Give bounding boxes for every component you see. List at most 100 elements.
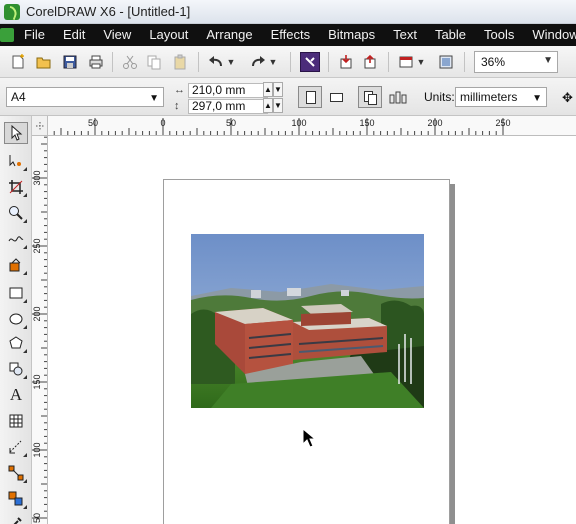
menu-edit[interactable]: Edit [54,24,94,46]
width-icon: ↔ [174,84,185,96]
chevron-down-icon: ▼ [543,55,553,66]
zoom-level-select[interactable]: 36% ▼ [474,51,558,73]
menu-view[interactable]: View [94,24,140,46]
publish-pdf-icon[interactable] [396,52,416,72]
menu-file[interactable]: File [14,24,54,46]
campus-building-photo [191,234,424,408]
title-bar: CorelDRAW X6 - [Untitled-1] [0,0,576,24]
h-ruler-label: 0 [160,118,165,128]
landscape-button[interactable] [324,86,348,108]
menu-table[interactable]: Table [426,24,475,46]
drawing-canvas[interactable] [48,136,576,524]
v-ruler-label: 200 [32,306,42,321]
placed-bitmap-photo[interactable] [191,234,424,408]
interactive-tool-icon[interactable] [4,488,28,510]
zoom-level-value: 36% [481,55,506,69]
dimension-tool-icon[interactable] [4,436,28,458]
freehand-tool-icon[interactable] [4,228,28,250]
text-tool-icon[interactable]: A [4,384,28,406]
pick-tool-icon[interactable] [4,122,28,144]
h-ruler-label: 100 [291,118,306,128]
undo-dropdown-icon[interactable]: ▼ [226,52,236,72]
toolbar-separator [464,52,465,72]
coreldraw-logo-icon [4,3,20,20]
menu-bar: File Edit View Layout Arrange Effects Bi… [0,24,576,46]
undo-icon[interactable] [206,52,226,72]
h-ruler-label: 200 [427,118,442,128]
h-ruler-label: 250 [495,118,510,128]
toolbar-separator [388,52,389,72]
page-size-select[interactable]: A4 ▼ [6,87,164,107]
export-icon[interactable] [360,52,380,72]
h-ruler-label: 150 [359,118,374,128]
v-ruler-label: 100 [32,442,42,457]
all-pages-button[interactable] [358,86,382,108]
page-shadow [450,184,455,524]
page-height-field[interactable]: 297,0 mm [188,98,268,114]
menu-arrange[interactable]: Arrange [197,24,261,46]
v-ruler-label: 150 [32,374,42,389]
portrait-button[interactable] [298,86,322,108]
open-folder-icon[interactable] [34,52,54,72]
search-content-icon[interactable] [300,52,320,72]
v-ruler-label: 300 [32,170,42,185]
mouse-cursor-icon [302,427,317,451]
units-value: millimeters [460,90,518,104]
import-icon[interactable] [336,52,356,72]
units-select[interactable]: millimeters ▼ [455,87,547,107]
chevron-down-icon: ▼ [149,93,159,104]
cut-icon[interactable] [120,52,140,72]
height-icon: ↕ [174,100,180,112]
standard-toolbar: ▼ ▼ ▼ 36% ▼ [0,46,576,78]
menu-bitmaps[interactable]: Bitmaps [319,24,384,46]
horizontal-ruler[interactable]: 50 0 50 100 150 200 250 [48,116,576,136]
toolbox: A [0,116,32,524]
connector-tool-icon[interactable] [4,462,28,484]
document-menu-icon[interactable] [0,24,14,46]
vertical-ruler[interactable]: 300 250 200 150 100 50 [32,136,48,524]
redo-dropdown-icon[interactable]: ▼ [268,52,278,72]
h-ruler-label: 50 [226,118,236,128]
crop-tool-icon[interactable] [4,176,28,198]
chevron-down-icon: ▼ [532,93,542,104]
h-ruler-label: 50 [88,118,98,128]
menu-text[interactable]: Text [384,24,426,46]
copy-icon[interactable] [144,52,164,72]
window-title: CorelDRAW X6 - [Untitled-1] [26,4,191,19]
shape-tool-icon[interactable] [4,150,28,172]
eyedropper-tool-icon[interactable] [4,512,28,524]
polygon-tool-icon[interactable] [4,332,28,354]
toolbar-separator [198,52,199,72]
page-width-field[interactable]: 210,0 mm [188,82,268,98]
page-width-stepper[interactable]: ▲ ▼ [263,82,283,97]
zoom-tool-icon[interactable] [4,202,28,224]
ellipse-tool-icon[interactable] [4,308,28,330]
coreldraw-window: CorelDRAW X6 - [Untitled-1] File Edit Vi… [0,0,576,524]
menu-layout[interactable]: Layout [140,24,197,46]
page-height-stepper[interactable]: ▲ ▼ [263,98,283,113]
save-icon[interactable] [60,52,80,72]
paste-icon[interactable] [170,52,190,72]
publish-dropdown-icon[interactable]: ▼ [416,52,426,72]
toolbar-separator [112,52,113,72]
menu-tools[interactable]: Tools [475,24,523,46]
ruler-origin[interactable] [32,116,48,136]
toolbar-separator [328,52,329,72]
menu-window[interactable]: Window [523,24,576,46]
rectangle-tool-icon[interactable] [4,282,28,304]
print-icon[interactable] [86,52,106,72]
current-page-button[interactable] [386,86,410,108]
new-document-icon[interactable] [8,52,28,72]
redo-icon[interactable] [248,52,268,72]
property-bar: A4 ▼ ↔ 210,0 mm ▲ ▼ ↕ 297,0 mm ▲ ▼ Units: … [0,78,576,116]
nudge-distance-icon[interactable]: ✥ [562,90,573,106]
units-label: Units: [424,90,455,104]
v-ruler-label: 50 [32,513,42,523]
menu-effects[interactable]: Effects [262,24,320,46]
v-ruler-label: 250 [32,238,42,253]
basic-shapes-tool-icon[interactable] [4,358,28,380]
smart-fill-tool-icon[interactable] [4,254,28,276]
page-size-value: A4 [11,90,26,104]
table-tool-icon[interactable] [4,410,28,432]
app-launcher-icon[interactable] [436,52,456,72]
